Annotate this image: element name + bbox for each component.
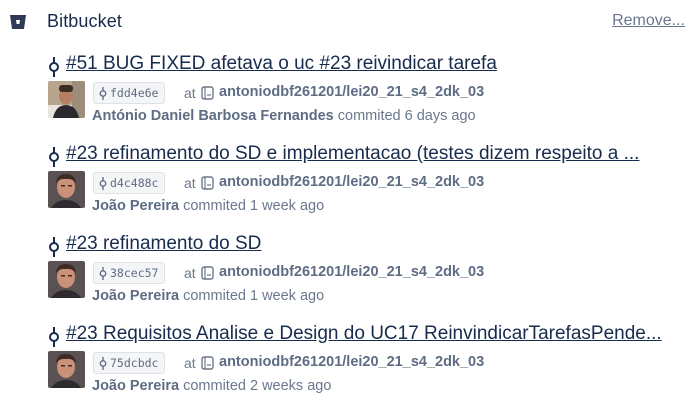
commit-icon: [49, 57, 59, 77]
commit-item: #51 BUG FIXED afetava o uc #23 reivindic…: [0, 48, 693, 134]
commit-title-link[interactable]: #51 BUG FIXED afetava o uc #23 reivindic…: [66, 53, 686, 75]
commit-item: #23 refinamento do SD 38cec57 at antonio…: [0, 228, 693, 314]
commit-hash: d4c488c: [110, 176, 159, 190]
repo-icon: [201, 86, 214, 100]
commit-title-link[interactable]: #23 refinamento do SD: [66, 233, 686, 255]
repository-link[interactable]: antoniodbf261201/lei20_21_s4_2dk_03: [219, 264, 484, 280]
at-label: at: [184, 85, 196, 101]
commit-hash-badge[interactable]: fdd4e6e: [93, 82, 166, 104]
app-title: Bitbucket: [47, 11, 122, 31]
commit-icon: [99, 176, 107, 190]
at-label: at: [184, 175, 196, 191]
at-label: at: [184, 355, 196, 371]
author-line: João Pereira commited 1 week ago: [92, 198, 324, 214]
commit-time: commited 1 week ago: [183, 198, 325, 214]
repo-icon: [201, 266, 214, 280]
commit-hash: fdd4e6e: [110, 86, 159, 100]
commit-hash-badge[interactable]: d4c488c: [93, 172, 166, 194]
commit-title-link[interactable]: #23 Requisitos Analise e Design do UC17 …: [66, 323, 686, 345]
commit-icon: [99, 86, 107, 100]
repository-link[interactable]: antoniodbf261201/lei20_21_s4_2dk_03: [219, 84, 484, 100]
commit-time: commited 6 days ago: [337, 108, 476, 124]
commit-hash-badge[interactable]: 38cec57: [93, 262, 166, 284]
commit-icon: [99, 266, 107, 280]
commit-icon: [49, 147, 59, 167]
avatar: [48, 351, 85, 388]
author-line: António Daniel Barbosa Fernandes commite…: [92, 108, 476, 124]
author-name: João Pereira: [92, 198, 180, 214]
commit-icon: [49, 327, 59, 347]
repo-icon: [201, 176, 214, 190]
author-line: João Pereira commited 1 week ago: [92, 288, 324, 304]
bitbucket-logo-icon: [10, 15, 26, 29]
author-name: João Pereira: [92, 288, 180, 304]
commit-hash: 75dcbdc: [110, 356, 159, 370]
commit-title-link[interactable]: #23 refinamento do SD e implementacao (t…: [66, 143, 686, 165]
author-name: João Pereira: [92, 378, 180, 394]
avatar: [48, 81, 85, 118]
commit-item: #23 refinamento do SD e implementacao (t…: [0, 138, 693, 224]
author-name: António Daniel Barbosa Fernandes: [92, 108, 334, 124]
remove-link[interactable]: Remove...: [612, 12, 685, 30]
at-label: at: [184, 265, 196, 281]
commit-time: commited 1 week ago: [183, 288, 325, 304]
integration-header: Bitbucket Remove...: [0, 0, 693, 44]
author-line: João Pereira commited 2 weeks ago: [92, 378, 331, 394]
commit-icon: [99, 356, 107, 370]
repo-icon: [201, 356, 214, 370]
commit-hash-badge[interactable]: 75dcbdc: [93, 352, 166, 374]
commit-item: #23 Requisitos Analise e Design do UC17 …: [0, 318, 693, 404]
avatar: [48, 261, 85, 298]
commit-time: commited 2 weeks ago: [183, 378, 332, 394]
commit-hash: 38cec57: [110, 266, 159, 280]
repository-link[interactable]: antoniodbf261201/lei20_21_s4_2dk_03: [219, 174, 484, 190]
avatar: [48, 171, 85, 208]
commit-icon: [49, 237, 59, 257]
repository-link[interactable]: antoniodbf261201/lei20_21_s4_2dk_03: [219, 354, 484, 370]
